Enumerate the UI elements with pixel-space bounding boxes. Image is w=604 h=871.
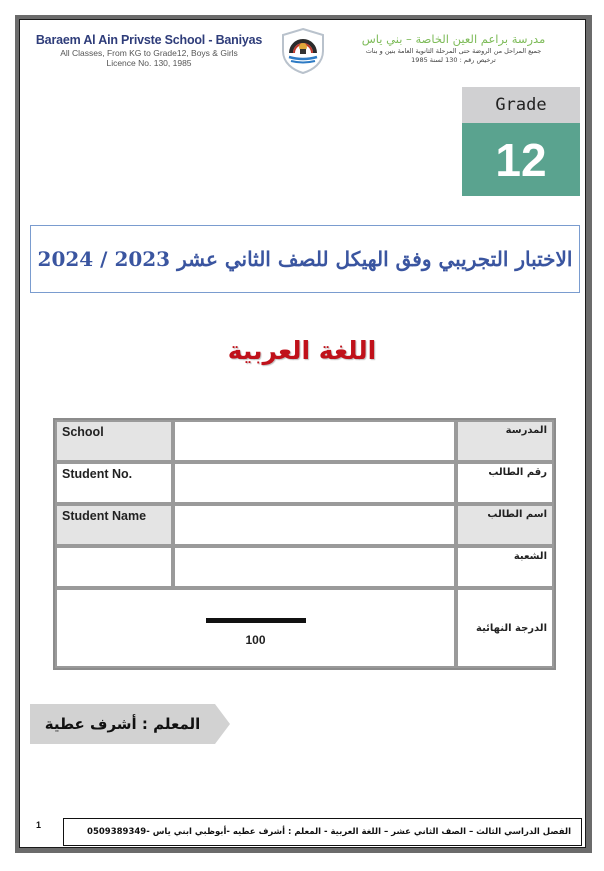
school-label-en: School xyxy=(55,420,173,462)
grade-number: 12 xyxy=(462,123,580,196)
page-number: 1 xyxy=(36,820,42,830)
final-grade-label-ar: الدرجة النهائية xyxy=(456,588,554,668)
table-row-student-no: Student No. رقم الطالب xyxy=(55,462,554,504)
fraction-bar xyxy=(205,617,306,623)
footer-text: الفصل الدراسي الثالث – الصف الثاني عشر –… xyxy=(87,827,571,837)
school-label-ar: المدرسة xyxy=(456,420,554,462)
arabic-school-header: مدرسة براعم العين الخاصة – بني ياس جميع … xyxy=(336,32,571,65)
table-row-section: الشعبة xyxy=(55,546,554,588)
section-field[interactable] xyxy=(173,546,456,588)
student-no-label-en: Student No. xyxy=(55,462,173,504)
teacher-label: المعلم : أشرف عطية xyxy=(44,715,201,733)
student-name-field[interactable] xyxy=(173,504,456,546)
final-grade-field[interactable]: 100 xyxy=(55,588,456,668)
table-row-final-grade: 100 الدرجة النهائية xyxy=(55,588,554,668)
exam-title-box: الاختبار التجريبي وفق الهيكل للصف الثاني… xyxy=(30,225,580,293)
arabic-school-licence: ترخيص رقم : 130 لسنة 1985 xyxy=(411,56,496,64)
student-no-label-ar: رقم الطالب xyxy=(456,462,554,504)
table-row-student-name: Student Name اسم الطالب xyxy=(55,504,554,546)
english-school-header: Baraem Al Ain Privste School - Baniyas A… xyxy=(24,33,274,68)
teacher-tag: المعلم : أشرف عطية xyxy=(30,704,230,744)
score-max: 100 xyxy=(245,632,266,647)
grade-badge: Grade 12 xyxy=(462,87,580,196)
grade-label: Grade xyxy=(462,87,580,123)
student-no-field[interactable] xyxy=(173,462,456,504)
english-school-name: Baraem Al Ain Privste School - Baniyas xyxy=(35,33,263,47)
student-name-label-en: Student Name xyxy=(55,504,173,546)
footer-bar: الفصل الدراسي الثالث – الصف الثاني عشر –… xyxy=(63,818,582,846)
arabic-school-classes: جميع المراحل من الروضة حتى المرحلة الثان… xyxy=(365,47,542,55)
score-fraction: 100 xyxy=(62,593,449,667)
section-label-ar: الشعبة xyxy=(456,546,554,588)
student-name-label-ar: اسم الطالب xyxy=(456,504,554,546)
subject-title: اللغة العربية xyxy=(227,336,377,365)
student-info-table: School المدرسة Student No. رقم الطالب St… xyxy=(53,418,556,670)
section-label-en xyxy=(55,546,173,588)
english-school-classes: All Classes, From KG to Grade12, Boys & … xyxy=(60,48,238,58)
school-field[interactable] xyxy=(173,420,456,462)
english-school-licence: Licence No. 130, 1985 xyxy=(106,58,192,68)
arabic-school-name: مدرسة براعم العين الخاصة – بني ياس xyxy=(361,32,546,46)
school-shield-logo-icon xyxy=(279,27,327,75)
exam-title: الاختبار التجريبي وفق الهيكل للصف الثاني… xyxy=(37,247,573,271)
table-row-school: School المدرسة xyxy=(55,420,554,462)
